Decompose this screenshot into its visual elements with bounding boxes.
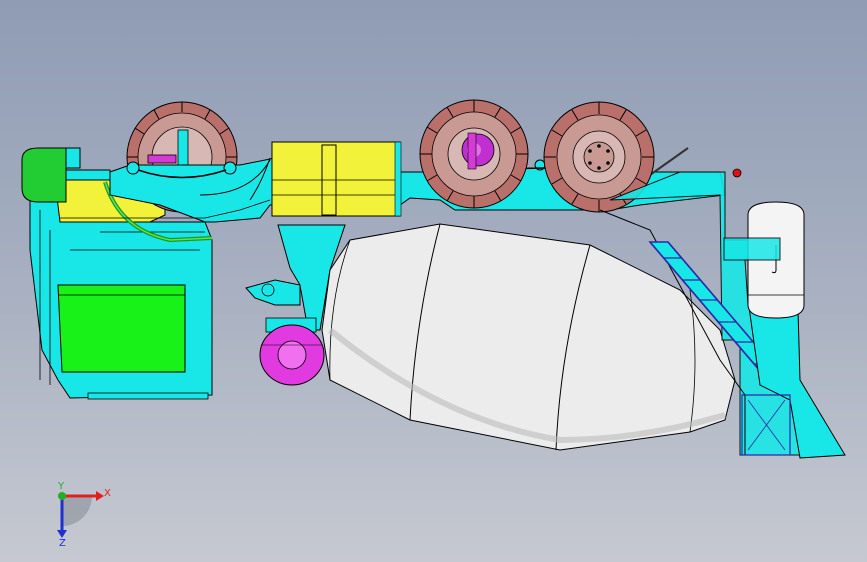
x-axis-label: X bbox=[104, 488, 111, 499]
z-axis-label: Z bbox=[59, 538, 66, 549]
middle-wheel[interactable] bbox=[419, 99, 529, 209]
headlight-green bbox=[21, 147, 67, 203]
y-axis-dot bbox=[58, 492, 66, 500]
y-axis-label: Y bbox=[57, 481, 65, 492]
fuel-tank[interactable] bbox=[271, 141, 402, 217]
coordinate-triad[interactable]: X Y Z bbox=[57, 481, 111, 549]
cad-viewport[interactable]: X Y Z bbox=[0, 0, 867, 562]
truck-model-canvas[interactable]: X Y Z bbox=[0, 0, 867, 562]
pump-roller[interactable] bbox=[259, 324, 325, 386]
